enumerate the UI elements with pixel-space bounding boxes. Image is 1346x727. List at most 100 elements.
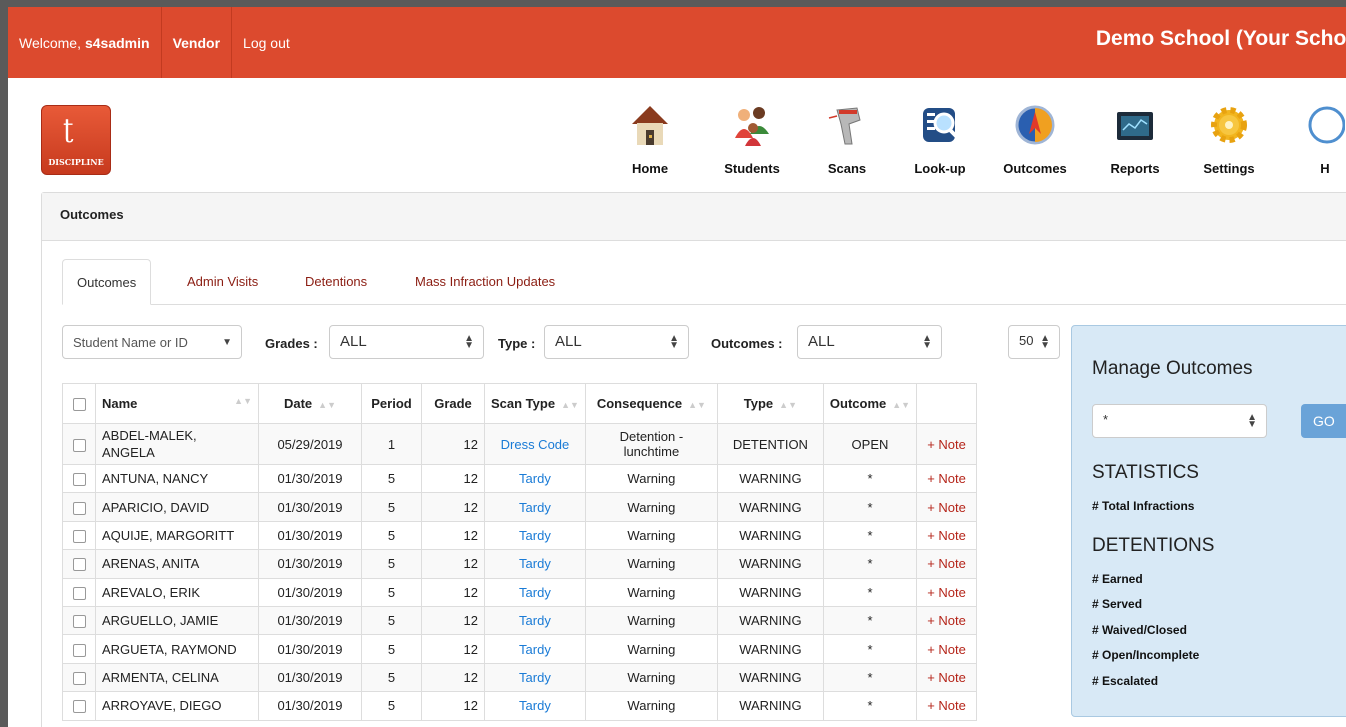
select-all-checkbox-cell[interactable] bbox=[62, 383, 96, 424]
table-row[interactable]: ARROYAVE, DIEGO 01/30/2019 5 12 Tardy Warning… bbox=[62, 691, 978, 721]
cell-scan-type-link[interactable]: Tardy bbox=[484, 463, 586, 494]
table-row[interactable]: ABDEL-MALEK, ANGELA 05/29/2019 1 12 Dress Co… bbox=[62, 423, 978, 465]
nav-scans-label: Scans bbox=[827, 161, 867, 176]
row-checkbox[interactable] bbox=[72, 473, 86, 487]
cell-type: DETENTION bbox=[716, 423, 824, 465]
row-checkbox-cell[interactable] bbox=[62, 463, 96, 494]
cell-outcome: * bbox=[822, 492, 918, 522]
go-button[interactable]: GO bbox=[1301, 404, 1346, 438]
row-checkbox-cell[interactable] bbox=[62, 577, 96, 607]
nav-students[interactable]: Students bbox=[707, 104, 797, 176]
column-header-type[interactable]: Type ▲▼ bbox=[716, 383, 824, 424]
nav-outcomes[interactable]: Outcomes bbox=[990, 104, 1080, 176]
column-header-period[interactable]: Period bbox=[361, 383, 422, 424]
cell-scan-type-link[interactable]: Tardy bbox=[484, 634, 586, 664]
cell-scan-type-link[interactable]: Tardy bbox=[484, 577, 586, 607]
row-checkbox-cell[interactable] bbox=[62, 520, 96, 551]
table-row[interactable]: ARMENTA, CELINA 01/30/2019 5 12 Tardy Warning… bbox=[62, 662, 978, 693]
column-header-outcome[interactable]: Outcome ▲▼ bbox=[822, 383, 918, 424]
row-checkbox[interactable] bbox=[72, 586, 86, 600]
add-note-link[interactable]: + Note bbox=[916, 520, 978, 551]
row-checkbox[interactable] bbox=[72, 558, 86, 572]
add-note-link[interactable]: + Note bbox=[916, 492, 978, 522]
row-checkbox-cell[interactable] bbox=[62, 605, 96, 636]
cell-type: WARNING bbox=[716, 549, 824, 579]
grades-select[interactable]: ALL ▲ ▼ bbox=[329, 325, 484, 359]
cell-scan-type-link[interactable]: Dress Code bbox=[484, 423, 586, 465]
manage-outcome-select[interactable]: * ▲ ▼ bbox=[1092, 404, 1267, 438]
outcomes-select[interactable]: ALL ▲ ▼ bbox=[797, 325, 942, 359]
discipline-logo[interactable]: ʈ DISCIPLINE bbox=[41, 105, 111, 175]
nav-settings[interactable]: Settings bbox=[1184, 104, 1274, 176]
add-note-link[interactable]: + Note bbox=[916, 691, 978, 721]
tab-detentions[interactable]: Detentions bbox=[291, 259, 381, 305]
table-row[interactable]: APARICIO, DAVID 01/30/2019 5 12 Tardy Warning… bbox=[62, 492, 978, 522]
tab-outcomes[interactable]: Outcomes bbox=[62, 259, 152, 305]
select-all-checkbox[interactable] bbox=[72, 398, 86, 412]
cell-scan-type-link[interactable]: Tardy bbox=[484, 605, 586, 636]
table-row[interactable]: AREVALO, ERIK 01/30/2019 5 12 Tardy Warning WA… bbox=[62, 577, 978, 607]
cell-scan-type-link[interactable]: Tardy bbox=[484, 520, 586, 551]
row-checkbox[interactable] bbox=[72, 615, 86, 629]
row-checkbox[interactable] bbox=[72, 671, 86, 685]
table-row[interactable]: AQUIJE, MARGORITT 01/30/2019 5 12 Tardy Warni… bbox=[62, 520, 978, 551]
column-header-grade[interactable]: Grade bbox=[421, 383, 485, 424]
row-checkbox[interactable] bbox=[72, 438, 86, 452]
logout-link[interactable]: Log out bbox=[232, 7, 301, 78]
cell-type: WARNING bbox=[716, 463, 824, 494]
cell-scan-type-link[interactable]: Tardy bbox=[484, 662, 586, 693]
updown-arrows-icon: ▲ ▼ bbox=[1247, 412, 1257, 430]
cell-consequence: Warning bbox=[584, 549, 718, 579]
column-header-name[interactable]: Name ▲▼ bbox=[95, 383, 259, 424]
row-checkbox-cell[interactable] bbox=[62, 691, 96, 721]
student-search-select[interactable]: Student Name or ID ▼ bbox=[62, 325, 242, 359]
nav-home[interactable]: Home bbox=[605, 104, 695, 176]
cell-date: 01/30/2019 bbox=[258, 520, 362, 551]
nav-reports[interactable]: Reports bbox=[1090, 104, 1180, 176]
add-note-link[interactable]: + Note bbox=[916, 605, 978, 636]
tab-admin-visits[interactable]: Admin Visits bbox=[173, 259, 272, 305]
tab-mass-infraction-updates[interactable]: Mass Infraction Updates bbox=[401, 259, 569, 305]
manage-outcomes-panel: Manage Outcomes * ▲ ▼ GO STATISTICS # Tot… bbox=[1071, 325, 1346, 717]
add-note-link[interactable]: + Note bbox=[916, 634, 978, 664]
row-checkbox[interactable] bbox=[72, 643, 86, 657]
cell-consequence: Warning bbox=[584, 463, 718, 494]
page-size-select[interactable]: 50 ▲ ▼ bbox=[1008, 325, 1060, 359]
add-note-link[interactable]: + Note bbox=[916, 577, 978, 607]
row-checkbox-cell[interactable] bbox=[62, 662, 96, 693]
nav-help[interactable]: H bbox=[1295, 104, 1346, 176]
row-checkbox[interactable] bbox=[72, 501, 86, 515]
vendor-link[interactable]: Vendor bbox=[162, 7, 233, 78]
row-checkbox-cell[interactable] bbox=[62, 423, 96, 465]
gear-icon bbox=[1211, 107, 1247, 143]
cell-scan-type-link[interactable]: Tardy bbox=[484, 492, 586, 522]
nav-scans[interactable]: Scans bbox=[802, 104, 892, 176]
row-checkbox[interactable] bbox=[72, 700, 86, 714]
row-checkbox[interactable] bbox=[72, 530, 86, 543]
add-note-link[interactable]: + Note bbox=[916, 662, 978, 693]
column-header-scan-type[interactable]: Scan Type ▲▼ bbox=[484, 383, 586, 424]
sort-icon: ▲▼ bbox=[892, 400, 911, 410]
row-checkbox-cell[interactable] bbox=[62, 634, 96, 664]
add-note-link[interactable]: + Note bbox=[916, 463, 978, 494]
stat-served: # Served bbox=[1092, 597, 1143, 611]
outcomes-table: Name ▲▼ Date ▲▼ Period Grade Scan Type ▲▼ C… bbox=[62, 383, 978, 721]
add-note-link[interactable]: + Note bbox=[916, 423, 978, 465]
cell-name: ANTUNA, NANCY bbox=[95, 463, 259, 494]
table-row[interactable]: ANTUNA, NANCY 01/30/2019 5 12 Tardy Warning WA… bbox=[62, 463, 978, 494]
row-checkbox-cell[interactable] bbox=[62, 492, 96, 522]
type-select[interactable]: ALL ▲ ▼ bbox=[544, 325, 689, 359]
cell-period: 5 bbox=[361, 605, 422, 636]
header-period-label: Period bbox=[371, 396, 412, 411]
table-row[interactable]: ARGUETA, RAYMOND 01/30/2019 5 12 Tardy Warnin… bbox=[62, 634, 978, 664]
column-header-date[interactable]: Date ▲▼ bbox=[258, 383, 362, 424]
column-header-consequence[interactable]: Consequence ▲▼ bbox=[584, 383, 718, 424]
cell-scan-type-link[interactable]: Tardy bbox=[484, 549, 586, 579]
nav-lookup[interactable]: Look-up bbox=[895, 104, 985, 176]
table-row[interactable]: ARGUELLO, JAMIE 01/30/2019 5 12 Tardy Warning… bbox=[62, 605, 978, 636]
sort-icon: ▲▼ bbox=[318, 400, 336, 410]
table-row[interactable]: ARENAS, ANITA 01/30/2019 5 12 Tardy Warning WA… bbox=[62, 549, 978, 579]
row-checkbox-cell[interactable] bbox=[62, 549, 96, 579]
add-note-link[interactable]: + Note bbox=[916, 549, 978, 579]
cell-scan-type-link[interactable]: Tardy bbox=[484, 691, 586, 721]
